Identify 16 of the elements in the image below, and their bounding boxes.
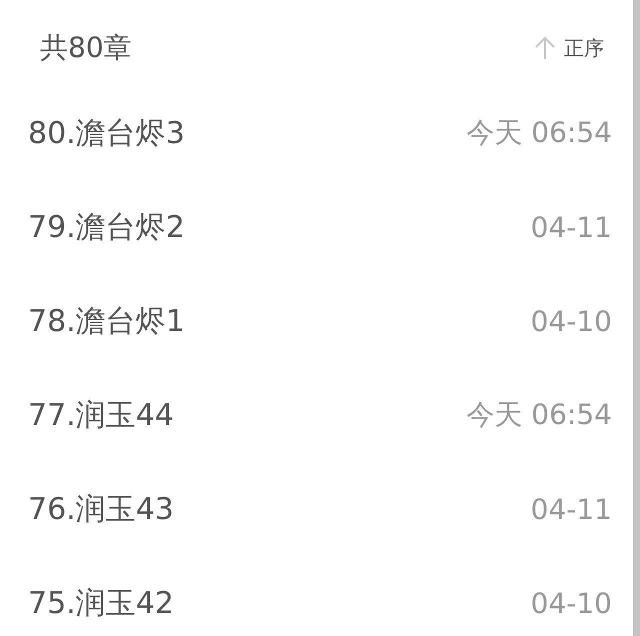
chapter-title[interactable]: 78.澹台烬1 (28, 300, 185, 342)
update-time: 04-11 (530, 210, 612, 244)
up-arrow-icon[interactable] (534, 35, 556, 61)
chapter-title[interactable]: 75.润玉42 (28, 582, 174, 624)
chapter-count: 共80章 (40, 30, 132, 66)
update-time: 04-10 (530, 586, 612, 620)
sort-order-button[interactable]: 正序 (564, 34, 604, 62)
chapter-title[interactable]: 80.澹台烬3 (28, 112, 185, 154)
chapter-title[interactable]: 79.澹台烬2 (28, 206, 185, 248)
scrollbar[interactable] (633, 0, 640, 636)
update-time: 今天 06:54 (466, 397, 612, 433)
chapter-title[interactable]: 77.润玉44 (28, 394, 174, 436)
update-time: 04-10 (530, 304, 612, 338)
update-time: 04-11 (530, 492, 612, 526)
chapter-title[interactable]: 76.润玉43 (28, 488, 174, 530)
update-time: 今天 06:54 (466, 115, 612, 151)
